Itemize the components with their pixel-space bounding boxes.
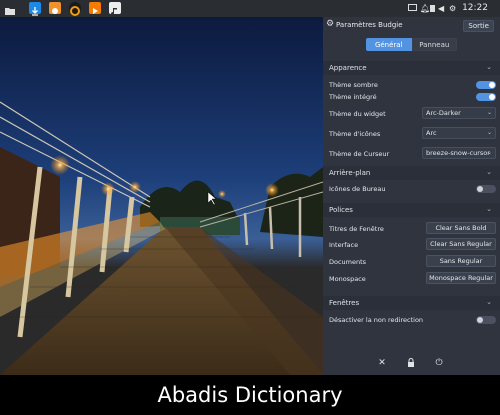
widget-theme-select[interactable]: Arc-Darker ⌄ bbox=[422, 107, 496, 119]
section-windows-header[interactable]: Fenêtres ⌄ bbox=[323, 296, 500, 310]
exit-button[interactable]: Sortie bbox=[463, 20, 494, 32]
row-label: Monospace bbox=[329, 275, 366, 283]
row-label: Icônes de Bureau bbox=[329, 185, 386, 193]
tab-bar: Général Panneau bbox=[366, 38, 457, 51]
panel-footer: ✕ ⏻ bbox=[323, 353, 500, 375]
music-icon[interactable] bbox=[109, 2, 121, 16]
desktop-wallpaper bbox=[0, 17, 323, 375]
disable-unredirect-toggle[interactable] bbox=[476, 316, 496, 324]
lock-icon[interactable] bbox=[406, 358, 416, 368]
row-label: Thème du widget bbox=[329, 110, 386, 118]
section-title: Apparence bbox=[329, 64, 367, 72]
select-value: Arc bbox=[426, 129, 437, 137]
screen-icon[interactable] bbox=[408, 4, 417, 11]
chevron-down-icon[interactable]: ⌄ bbox=[486, 63, 492, 71]
section-title: Polices bbox=[329, 206, 353, 214]
cursor-theme-select[interactable]: breeze-snow-cursor ⌄ bbox=[422, 147, 496, 159]
app-icon[interactable] bbox=[49, 2, 61, 14]
documents-font-button[interactable]: Sans Regular bbox=[426, 255, 496, 267]
clock[interactable]: 12:22 bbox=[462, 0, 488, 17]
tools-icon[interactable]: ✕ bbox=[377, 358, 387, 368]
battery-icon[interactable] bbox=[430, 5, 435, 12]
row-label: Thème sombre bbox=[329, 81, 378, 89]
interface-font-button[interactable]: Clear Sans Regular bbox=[426, 238, 496, 250]
section-appearance-header[interactable]: Apparence ⌄ bbox=[323, 61, 500, 75]
settings-panel: ⚙ Paramètres Budgie Sortie Général Panne… bbox=[323, 17, 500, 375]
download-icon[interactable] bbox=[29, 2, 41, 16]
chevron-down-icon: ⌄ bbox=[486, 109, 492, 116]
tab-panel[interactable]: Panneau bbox=[411, 38, 457, 51]
volume-icon[interactable]: ◀︎ bbox=[438, 0, 444, 17]
media-player-icon[interactable] bbox=[89, 2, 101, 14]
monospace-font-button[interactable]: Monospace Regular bbox=[426, 272, 496, 284]
dark-theme-toggle[interactable] bbox=[476, 81, 496, 89]
row-label: Thème de Curseur bbox=[329, 150, 390, 158]
settings-tray-icon[interactable]: ⚙︎ bbox=[449, 0, 456, 17]
panel-title: Paramètres Budgie bbox=[336, 21, 403, 29]
row-label: Désactiver la non redirection bbox=[329, 316, 424, 324]
folder-icon[interactable] bbox=[4, 2, 16, 15]
desktop-icons-toggle[interactable] bbox=[476, 185, 496, 193]
row-label: Thème d'icônes bbox=[329, 130, 381, 138]
caption-bar: Abadis Dictionary bbox=[0, 375, 500, 415]
select-value: breeze-snow-cursor bbox=[426, 149, 490, 157]
power-icon[interactable]: ⏻ bbox=[434, 358, 444, 368]
section-fonts-header[interactable]: Polices ⌄ bbox=[323, 203, 500, 217]
tab-general[interactable]: Général bbox=[366, 38, 412, 51]
panel-header: ⚙ Paramètres Budgie Sortie bbox=[323, 17, 500, 35]
builtin-theme-toggle[interactable] bbox=[476, 93, 496, 101]
row-label: Titres de Fenêtre bbox=[329, 225, 384, 233]
notification-icon[interactable]: 🔔︎ bbox=[420, 0, 430, 17]
app-icon-secondary[interactable] bbox=[69, 2, 81, 16]
icon-theme-select[interactable]: Arc ⌄ bbox=[422, 127, 496, 139]
chevron-down-icon[interactable]: ⌄ bbox=[486, 168, 492, 176]
row-label: Documents bbox=[329, 258, 367, 266]
chevron-down-icon[interactable]: ⌄ bbox=[486, 205, 492, 213]
top-panel: 🔔︎ ◀︎ ⚙︎ 12:22 bbox=[0, 0, 500, 17]
gear-icon: ⚙ bbox=[326, 19, 335, 29]
chevron-down-icon[interactable]: ⌄ bbox=[486, 298, 492, 306]
chevron-down-icon: ⌄ bbox=[486, 129, 492, 136]
section-title: Fenêtres bbox=[329, 299, 360, 307]
window-title-font-button[interactable]: Clear Sans Bold bbox=[426, 222, 496, 234]
row-label: Interface bbox=[329, 241, 359, 249]
section-title: Arrière-plan bbox=[329, 169, 371, 177]
row-label: Thème intégré bbox=[329, 93, 377, 101]
section-background-header[interactable]: Arrière-plan ⌄ bbox=[323, 166, 500, 180]
select-value: Arc-Darker bbox=[426, 109, 461, 117]
chevron-down-icon: ⌄ bbox=[486, 149, 492, 156]
